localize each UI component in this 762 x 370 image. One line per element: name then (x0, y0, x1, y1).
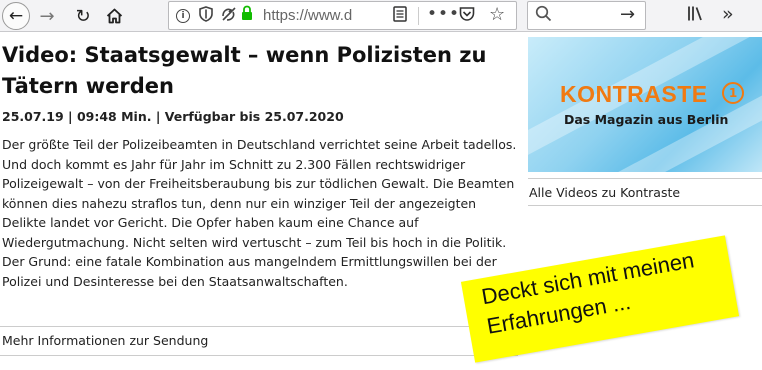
permissions-icon[interactable] (221, 6, 237, 26)
kontraste-teaser-image[interactable]: KONTRASTE 1 Das Magazin aus Berlin (528, 37, 762, 172)
forward-arrow-icon[interactable]: → (34, 4, 60, 28)
reload-icon[interactable]: ↻ (70, 4, 96, 28)
library-icon[interactable] (687, 5, 707, 27)
search-bar[interactable]: → (527, 1, 646, 30)
page-actions-icon[interactable]: ••• (427, 4, 460, 24)
kontraste-logo: KONTRASTE (560, 81, 708, 107)
pocket-icon[interactable] (459, 6, 475, 26)
divider (528, 178, 762, 179)
more-info-link[interactable]: Mehr Informationen zur Sendung (2, 333, 208, 348)
all-videos-link[interactable]: Alle Videos zu Kontraste (529, 185, 680, 200)
divider (528, 205, 762, 206)
url-bar-divider (418, 7, 419, 25)
home-icon[interactable] (101, 4, 127, 28)
teaser-tagline: Das Magazin aus Berlin (564, 112, 729, 127)
browser-toolbar: ← → ↻ i https://www.d ••• ☆ → » (0, 0, 762, 32)
video-meta: 25.07.19 | 09:48 Min. | Verfügbar bis 25… (2, 109, 344, 124)
article-title: Video: Staatsgewalt – wenn Polizisten zu… (2, 43, 487, 98)
info-icon[interactable]: i (176, 9, 190, 23)
divider (0, 326, 518, 327)
search-go-icon[interactable]: → (620, 4, 635, 25)
url-bar[interactable]: i https://www.d ••• ☆ (168, 1, 517, 30)
shield-icon[interactable] (199, 6, 213, 26)
reader-view-icon[interactable] (393, 6, 407, 26)
sticky-note-text: Deckt sich mit meinen Erfahrungen ... (479, 247, 696, 339)
back-arrow-icon[interactable]: ← (2, 2, 30, 30)
article-body: Der größte Teil der Polizeibeamten in De… (2, 137, 517, 289)
ard-logo-icon: 1 (722, 82, 744, 104)
overflow-menu-icon[interactable]: » (722, 3, 734, 25)
search-icon (535, 5, 552, 27)
url-text[interactable]: https://www.d (263, 7, 387, 24)
divider (0, 355, 518, 356)
lock-icon[interactable] (241, 5, 253, 25)
bookmark-star-icon[interactable]: ☆ (489, 4, 505, 25)
